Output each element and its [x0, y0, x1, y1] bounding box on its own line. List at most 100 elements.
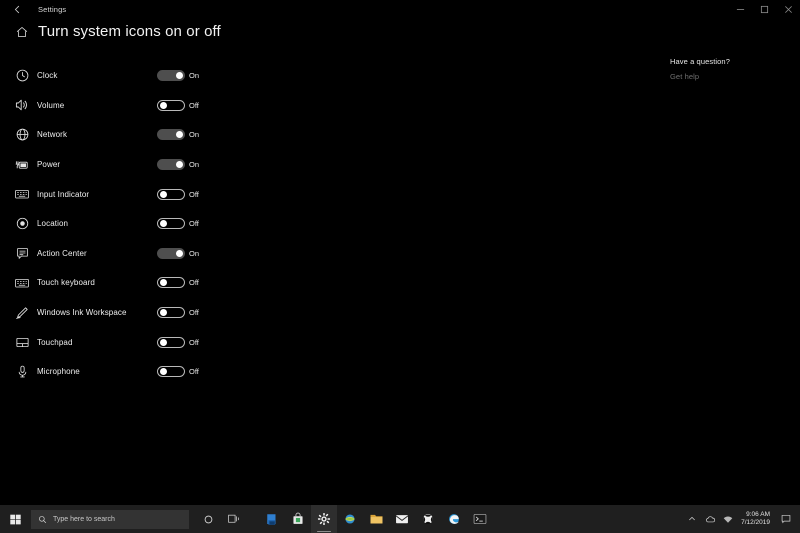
toggle-knob: [175, 161, 183, 169]
taskbar-clock[interactable]: 9:06 AM 7/12/2019: [737, 505, 776, 533]
setting-row-clock: Clock On: [0, 61, 430, 91]
toggle-knob: [159, 190, 167, 198]
toggle-action-center[interactable]: [157, 247, 185, 259]
taskbar: Type here to search 9:06 AM 7/12/2019: [0, 505, 800, 533]
toggle-power[interactable]: [157, 159, 185, 171]
get-help-link[interactable]: Get help: [670, 72, 730, 81]
setting-label: Windows Ink Workspace: [37, 308, 127, 318]
search-icon: [38, 515, 47, 524]
setting-row-volume: Volume Off: [0, 91, 430, 121]
setting-row-power: Power On: [0, 150, 430, 180]
windows-start-icon[interactable]: [0, 505, 30, 533]
toggle-knob: [175, 131, 183, 139]
setting-row-touch-keyboard: Touch keyboard Off: [0, 268, 430, 298]
file-explorer-icon[interactable]: [363, 505, 389, 533]
toggle-touchpad[interactable]: [157, 336, 185, 348]
toggle-touch-keyboard[interactable]: [157, 277, 185, 289]
cloud-icon[interactable]: [701, 505, 719, 533]
system-tray: 9:06 AM 7/12/2019: [683, 505, 800, 533]
toggle-state-label: On: [189, 130, 200, 140]
toggle-state-label: Off: [189, 367, 199, 377]
setting-label: Input Indicator: [37, 189, 90, 199]
clock-time: 9:06 AM: [746, 510, 770, 518]
network-icon: [14, 127, 30, 143]
back-button[interactable]: [0, 0, 34, 18]
edge-browser-icon[interactable]: [441, 505, 467, 533]
browser-globe-icon[interactable]: [337, 505, 363, 533]
toggle-knob: [159, 220, 167, 228]
active-app-indicator: [317, 530, 331, 532]
setting-row-touchpad: Touchpad Off: [0, 327, 430, 357]
toggle-state-label: On: [189, 248, 200, 258]
toggle-knob: [175, 249, 183, 257]
xbox-icon[interactable]: [415, 505, 441, 533]
search-input[interactable]: Type here to search: [31, 509, 189, 529]
toggle-volume[interactable]: [157, 99, 185, 111]
toggle-state-label: Off: [189, 100, 199, 110]
toggle-state-label: Off: [189, 189, 199, 199]
pen-icon: [14, 305, 30, 321]
title-bar: Settings: [0, 0, 800, 18]
action-center-tray-icon[interactable]: [776, 505, 800, 533]
setting-label: Clock: [37, 71, 58, 81]
toggle-microphone[interactable]: [157, 366, 185, 378]
toggle-state-label: Off: [189, 219, 199, 229]
search-placeholder: Type here to search: [53, 515, 115, 523]
setting-label: Microphone: [37, 367, 80, 377]
setting-label: Power: [37, 160, 61, 170]
setting-row-windows-ink-workspace: Windows Ink Workspace Off: [0, 298, 430, 328]
microsoft-store-icon[interactable]: [259, 505, 285, 533]
setting-row-action-center: Action Center On: [0, 239, 430, 269]
close-button[interactable]: [776, 0, 800, 18]
touch-keyboard-icon: [14, 275, 30, 291]
toggle-location[interactable]: [157, 218, 185, 230]
window-title: Settings: [38, 4, 67, 14]
keyboard-icon: [14, 186, 30, 202]
mail-icon[interactable]: [389, 505, 415, 533]
task-view-icon[interactable]: [221, 505, 247, 533]
action-center-icon: [14, 245, 30, 261]
power-icon: [14, 157, 30, 173]
toggle-knob: [159, 338, 167, 346]
page-header: Turn system icons on or off: [14, 24, 221, 39]
help-title: Have a question?: [670, 57, 730, 66]
toggle-network[interactable]: [157, 129, 185, 141]
toggle-input-indicator[interactable]: [157, 188, 185, 200]
toggle-clock[interactable]: [157, 70, 185, 82]
help-panel: Have a question? Get help: [670, 57, 730, 81]
toggle-knob: [159, 279, 167, 287]
toggle-knob: [159, 101, 167, 109]
setting-label: Network: [37, 130, 68, 140]
setting-label: Location: [37, 219, 69, 229]
clock-icon: [14, 68, 30, 84]
setting-row-network: Network On: [0, 120, 430, 150]
setting-row-microphone: Microphone Off: [0, 357, 430, 387]
toggle-knob: [159, 368, 167, 376]
wifi-icon[interactable]: [719, 505, 737, 533]
setting-label: Action Center: [37, 248, 87, 258]
minimize-button[interactable]: [728, 0, 752, 18]
toggle-windows-ink-workspace[interactable]: [157, 307, 185, 319]
setting-row-input-indicator: Input Indicator Off: [0, 179, 430, 209]
toggle-knob: [175, 72, 183, 80]
page-title: Turn system icons on or off: [38, 23, 221, 40]
setting-label: Volume: [37, 100, 65, 110]
setting-label: Touch keyboard: [37, 278, 95, 288]
toggle-state-label: Off: [189, 278, 199, 288]
location-icon: [14, 216, 30, 232]
clock-date: 7/12/2019: [741, 519, 770, 526]
setting-row-location: Location Off: [0, 209, 430, 239]
cortana-circle-icon[interactable]: [195, 505, 221, 533]
command-prompt-icon[interactable]: [467, 505, 493, 533]
window-controls: [728, 0, 800, 18]
home-icon[interactable]: [14, 24, 29, 39]
settings-window: Settings Turn system icons on or off Clo…: [0, 0, 800, 533]
maximize-button[interactable]: [752, 0, 776, 18]
settings-gear-icon[interactable]: [311, 505, 337, 533]
shopping-bag-icon[interactable]: [285, 505, 311, 533]
touchpad-icon: [14, 334, 30, 350]
chevron-up-icon[interactable]: [683, 505, 701, 533]
toggle-state-label: On: [189, 71, 200, 81]
volume-icon: [14, 97, 30, 113]
microphone-icon: [14, 364, 30, 380]
